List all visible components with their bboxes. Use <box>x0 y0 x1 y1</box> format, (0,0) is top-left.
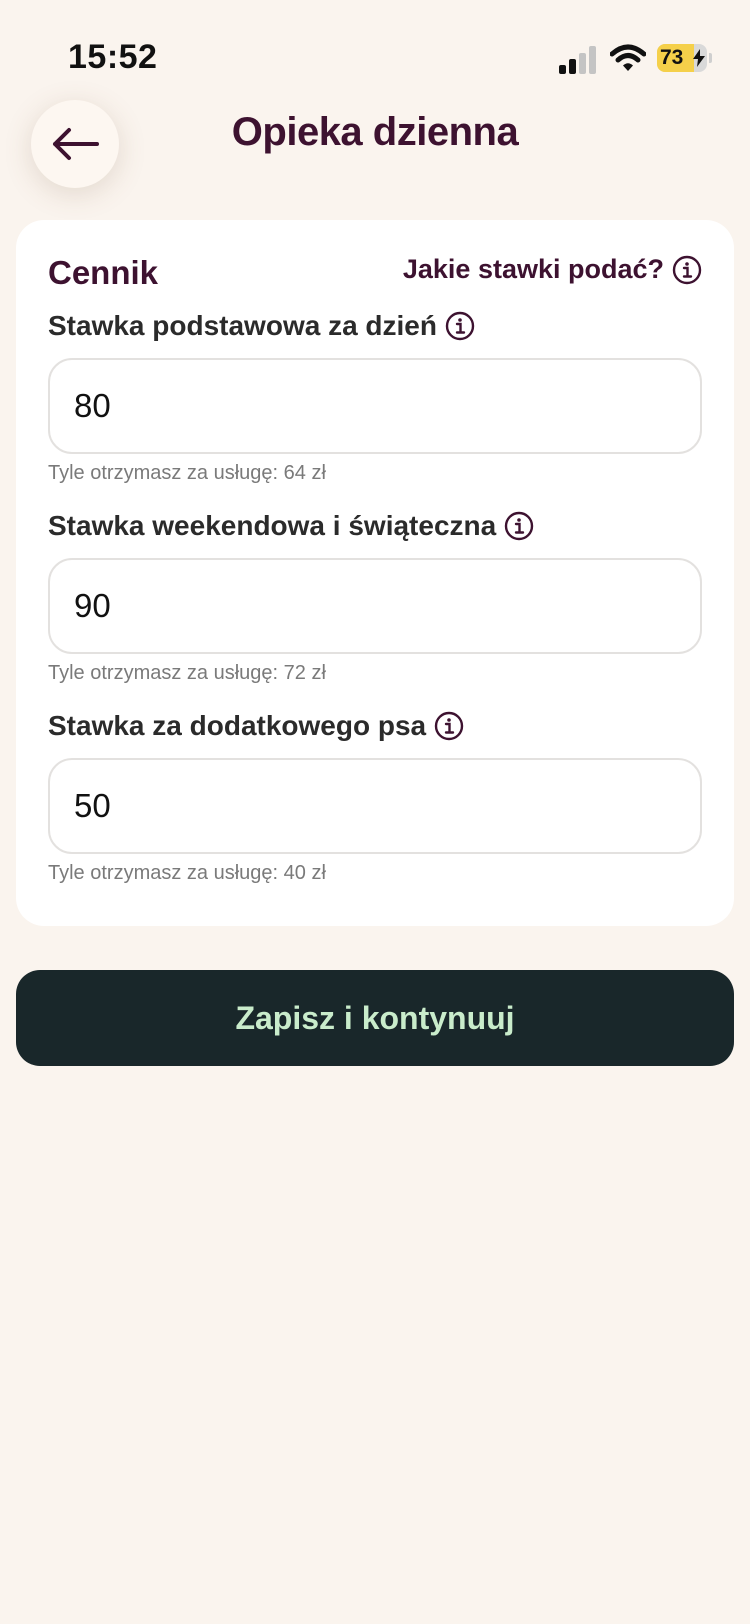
battery-tip <box>709 53 712 63</box>
base-rate-input[interactable] <box>48 358 702 454</box>
signal-bar <box>569 59 576 74</box>
info-icon[interactable] <box>504 511 534 541</box>
weekend-rate-field: Stawka weekendowa i świąteczna Tyle otrz… <box>48 506 702 685</box>
wifi-icon <box>610 44 646 71</box>
weekend-rate-hint: Tyle otrzymasz za usługę: 72 zł <box>48 662 326 684</box>
header: Opieka dzienna <box>0 100 750 210</box>
battery-percent: 73 <box>660 46 684 69</box>
field-label-row: Stawka weekendowa i świąteczna <box>48 506 702 546</box>
rates-help-link[interactable]: Jakie stawki podać? <box>403 254 702 285</box>
field-label-row: Stawka za dodatkowego psa <box>48 706 702 746</box>
status-time: 15:52 <box>68 38 158 76</box>
charging-bolt-icon <box>693 49 705 67</box>
arrow-left-icon <box>53 128 99 160</box>
signal-bar <box>589 46 596 74</box>
base-rate-field: Stawka podstawowa za dzień Tyle otrzymas… <box>48 306 702 485</box>
cellular-signal-icon <box>559 46 596 74</box>
battery-indicator: 73 <box>657 44 712 72</box>
base-rate-label: Stawka podstawowa za dzień <box>48 310 437 341</box>
extra-dog-rate-field: Stawka za dodatkowego psa Tyle otrzymasz… <box>48 706 702 885</box>
weekend-rate-label: Stawka weekendowa i świąteczna <box>48 510 497 541</box>
signal-bar <box>559 65 566 74</box>
pricing-card: Cennik Jakie stawki podać? Stawka podsta… <box>16 220 734 926</box>
extra-dog-rate-input[interactable] <box>48 758 702 854</box>
weekend-rate-input[interactable] <box>48 558 702 654</box>
back-button[interactable] <box>31 100 119 188</box>
signal-bar <box>579 53 586 74</box>
help-link-label: Jakie stawki podać? <box>402 254 664 284</box>
info-icon <box>672 255 702 284</box>
status-bar: 15:52 73 <box>0 0 750 100</box>
battery-body: 73 <box>657 44 707 72</box>
section-title: Cennik <box>48 254 159 291</box>
field-label-row: Stawka podstawowa za dzień <box>48 306 702 346</box>
extra-dog-rate-label: Stawka za dodatkowego psa <box>48 710 427 741</box>
save-and-continue-button[interactable]: Zapisz i kontynuuj <box>16 970 734 1066</box>
extra-dog-rate-hint: Tyle otrzymasz za usługę: 40 zł <box>48 862 326 884</box>
info-icon[interactable] <box>445 311 475 341</box>
info-icon[interactable] <box>434 711 464 741</box>
base-rate-hint: Tyle otrzymasz za usługę: 64 zł <box>48 462 326 484</box>
